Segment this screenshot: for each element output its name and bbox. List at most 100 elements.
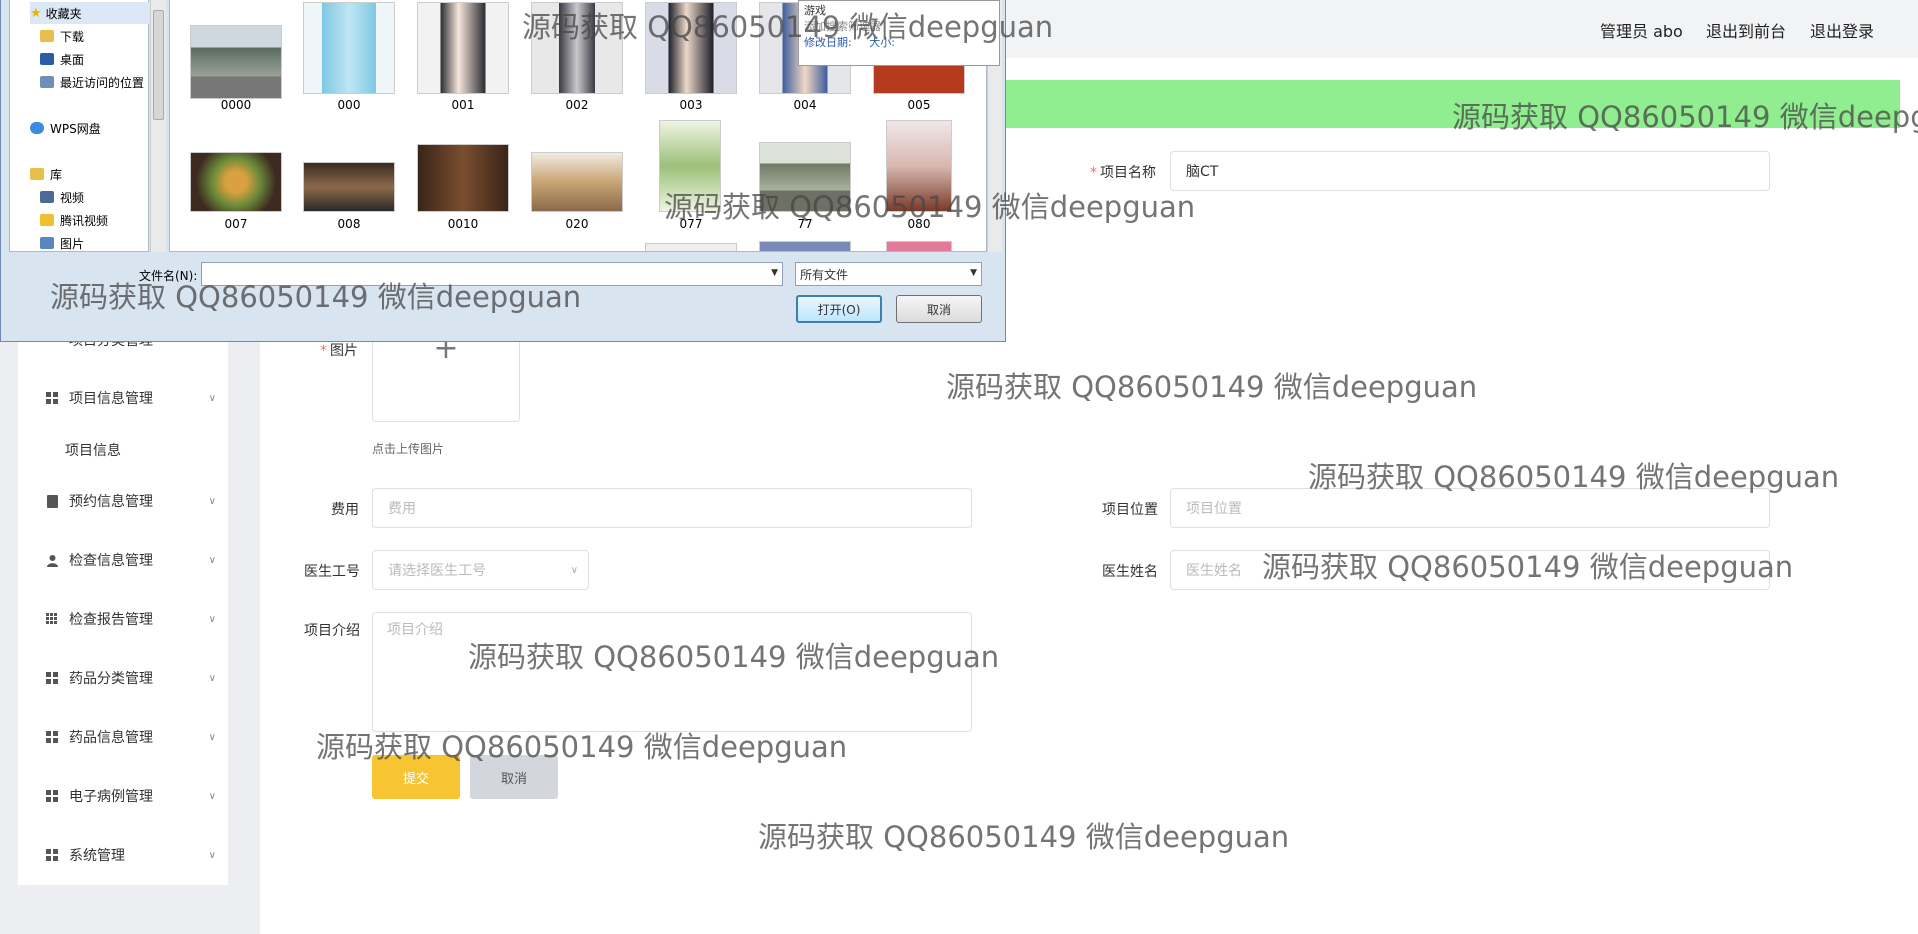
filename-input[interactable]: ▼: [201, 262, 783, 286]
file-label: 007: [224, 217, 248, 231]
file-thumbnail[interactable]: [303, 162, 395, 212]
file-label: 77: [797, 217, 813, 231]
file-label: 005: [907, 98, 931, 112]
chevron-down-icon: ∨: [208, 672, 216, 684]
file-label: 004: [793, 98, 817, 112]
file-tooltip: 游戏 添加搜索筛选器 修改日期: 大小:: [798, 0, 1000, 66]
file-label: 000: [337, 98, 361, 112]
tree-item-video[interactable]: 视频: [40, 186, 84, 208]
location-label: 项目位置: [1102, 502, 1158, 518]
desktop-icon: [40, 53, 54, 65]
sidebar-item-drug-info-mgmt[interactable]: 药品信息管理 ∨: [18, 717, 228, 757]
doctor-name-input[interactable]: 医生姓名: [1170, 550, 1770, 590]
image-label: * 图片: [320, 343, 358, 359]
intro-textarea[interactable]: 项目介绍: [372, 612, 972, 732]
library-icon: [30, 168, 44, 180]
file-thumbnail[interactable]: [190, 152, 282, 212]
file-thumbnail[interactable]: [659, 120, 721, 212]
file-thumbnail[interactable]: [759, 241, 851, 251]
cloud-icon: [30, 122, 44, 134]
sidebar-item-label: 系统管理: [69, 848, 125, 864]
chevron-down-icon: ∨: [208, 613, 216, 625]
grid-icon: [45, 671, 59, 685]
file-type-select[interactable]: 所有文件 ▼: [795, 262, 982, 286]
file-label: 0000: [220, 98, 252, 112]
grid-icon: [45, 848, 59, 862]
file-thumbnail[interactable]: [303, 2, 395, 94]
project-name-input[interactable]: 脑CT: [1170, 151, 1770, 191]
doctor-name-label: 医生姓名: [1102, 564, 1158, 580]
dropdown-arrow-icon[interactable]: ▼: [771, 268, 778, 278]
sidebar-item-medical-record-mgmt[interactable]: 电子病例管理 ∨: [18, 776, 228, 816]
tree-item-downloads[interactable]: 下载: [40, 25, 84, 47]
file-label: 002: [565, 98, 589, 112]
tree-scrollbar-thumb[interactable]: [153, 10, 164, 120]
sidebar-item-check-info-mgmt[interactable]: 检查信息管理 ∨: [18, 540, 228, 580]
file-thumbnail[interactable]: [531, 2, 623, 94]
recent-icon: [40, 76, 54, 88]
file-label: 001: [451, 98, 475, 112]
chevron-down-icon: ∨: [208, 554, 216, 566]
grid-icon: [45, 391, 59, 405]
file-label: 003: [679, 98, 703, 112]
cancel-button[interactable]: 取消: [470, 755, 558, 799]
sidebar-item-label: 检查报告管理: [69, 612, 153, 628]
sidebar-item-label: 预约信息管理: [69, 494, 153, 510]
file-thumbnail[interactable]: [886, 241, 952, 251]
doctor-id-select[interactable]: 请选择医生工号 ∨: [372, 550, 589, 590]
tree-item-wps-cloud[interactable]: WPS网盘: [30, 117, 101, 139]
file-thumbnail[interactable]: [759, 142, 851, 212]
file-thumbnail[interactable]: [417, 144, 509, 212]
sidebar-item-label: 药品信息管理: [69, 730, 153, 746]
chevron-down-icon: ∨: [208, 790, 216, 802]
tree-item-recent[interactable]: 最近访问的位置: [40, 71, 144, 93]
tree-scrollbar[interactable]: [150, 0, 166, 252]
sidebar-item-label: 药品分类管理: [69, 671, 153, 687]
clipboard-icon: [45, 494, 59, 508]
dropdown-arrow-icon: ▼: [970, 268, 977, 278]
tooltip-size-label: 大小:: [869, 36, 895, 49]
file-thumbnail[interactable]: [417, 2, 509, 94]
file-thumbnail[interactable]: [645, 243, 737, 251]
sidebar-item-system-mgmt[interactable]: 系统管理 ∨: [18, 835, 228, 875]
logout-link[interactable]: 退出登录: [1810, 18, 1874, 42]
tree-item-pictures[interactable]: 图片: [40, 232, 84, 254]
file-label: 0010: [447, 217, 479, 231]
submit-button[interactable]: 提交: [372, 755, 460, 799]
tooltip-title: 游戏: [804, 4, 826, 17]
tree-item-library[interactable]: 库: [30, 163, 62, 185]
file-label: 080: [907, 217, 931, 231]
sidebar-item-check-report-mgmt[interactable]: 检查报告管理 ∨: [18, 599, 228, 639]
download-folder-icon: [40, 30, 54, 42]
file-thumbnail[interactable]: [886, 120, 952, 212]
tree-item-tencent-video[interactable]: 腾讯视频: [40, 209, 108, 231]
sidebar-item-appointment-mgmt[interactable]: 预约信息管理 ∨: [18, 481, 228, 521]
open-button[interactable]: 打开(O): [796, 295, 882, 323]
sidebar-item-label: 检查信息管理: [69, 553, 153, 569]
tooltip-add-filter[interactable]: 添加搜索筛选器: [804, 19, 994, 35]
file-label: 020: [565, 217, 589, 231]
chevron-down-icon: ∨: [208, 392, 216, 404]
sidebar-item-project-info-mgmt[interactable]: 项目信息管理 ∨: [18, 378, 228, 418]
intro-label: 项目介绍: [304, 623, 360, 639]
file-type-value: 所有文件: [800, 267, 849, 282]
tree-item-favorites[interactable]: ★ 收藏夹: [30, 2, 150, 24]
dialog-cancel-button[interactable]: 取消: [896, 295, 982, 323]
chevron-down-icon: ∨: [208, 495, 216, 507]
file-thumbnail[interactable]: [190, 25, 282, 99]
sidebar-item-drug-category-mgmt[interactable]: 药品分类管理 ∨: [18, 658, 228, 698]
location-input[interactable]: 项目位置: [1170, 488, 1770, 528]
file-thumbnail[interactable]: [645, 2, 737, 94]
doctor-id-select-value: 请选择医生工号: [388, 563, 486, 579]
fee-input[interactable]: 费用: [372, 488, 972, 528]
sidebar-subitem-project-info[interactable]: 项目信息: [65, 440, 121, 460]
picture-icon: [40, 237, 54, 249]
video-icon: [40, 191, 54, 203]
chevron-down-icon: ∨: [208, 731, 216, 743]
green-banner: [1000, 80, 1900, 128]
tree-item-desktop[interactable]: 桌面: [40, 48, 84, 70]
exit-to-front-link[interactable]: 退出到前台: [1706, 18, 1786, 42]
file-thumbnail[interactable]: [531, 152, 623, 212]
filename-label: 文件名(N):: [139, 269, 198, 283]
doctor-id-label: 医生工号: [304, 564, 360, 580]
